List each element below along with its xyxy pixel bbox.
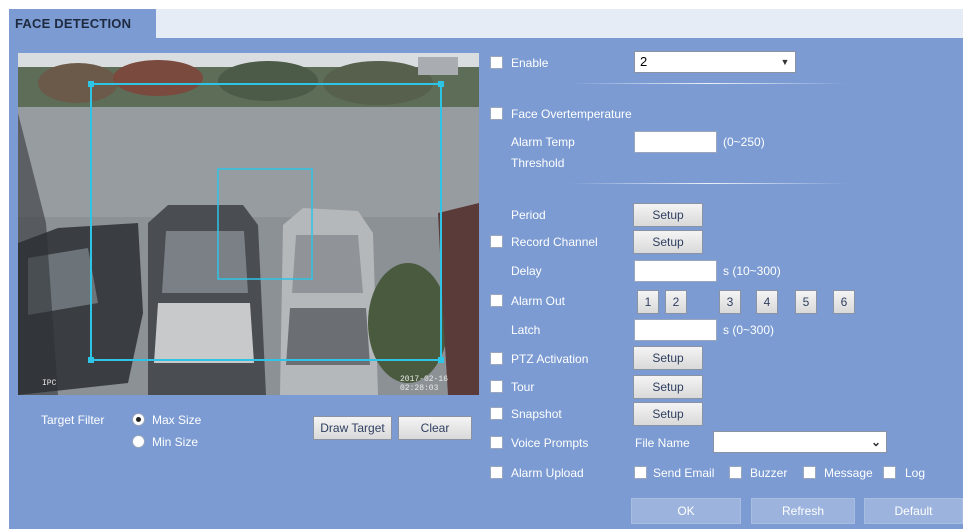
alarm-out-3-button[interactable]: 3 (719, 290, 741, 314)
snapshot-setup-button[interactable]: Setup (633, 402, 703, 426)
alarm-temp-label: Alarm Temp (511, 135, 575, 149)
threshold-label: Threshold (511, 156, 565, 170)
message-checkbox[interactable] (803, 466, 816, 479)
alarm-out-5-button[interactable]: 5 (795, 290, 817, 314)
channel-select[interactable]: 2 ▼ (634, 51, 796, 73)
chevron-down-icon: ▼ (775, 52, 795, 72)
min-size-label: Min Size (152, 435, 199, 449)
alarm-out-6-button[interactable]: 6 (833, 290, 855, 314)
max-size-label: Max Size (152, 413, 202, 427)
ptz-activation-checkbox[interactable] (490, 352, 503, 365)
settings-panel: IPC 2017-02-16 02:28:03 Target Filter Ma… (9, 38, 963, 529)
video-preview[interactable]: IPC 2017-02-16 02:28:03 (18, 53, 479, 395)
video-osd-timestamp: 2017-02-16 02:28:03 (400, 375, 449, 393)
video-scene (18, 53, 479, 395)
min-size-radio[interactable] (132, 435, 145, 448)
voice-prompts-label: Voice Prompts (511, 436, 589, 450)
face-overtemp-checkbox[interactable] (490, 107, 503, 120)
latch-input[interactable] (634, 319, 717, 341)
voice-prompts-checkbox[interactable] (490, 436, 503, 449)
alarm-temp-range: (0~250) (723, 135, 765, 149)
channel-select-value: 2 (640, 54, 648, 69)
snapshot-label: Snapshot (511, 407, 562, 421)
file-name-select[interactable]: ⌄ (713, 431, 887, 453)
divider (569, 183, 849, 184)
alarm-out-checkbox[interactable] (490, 294, 503, 307)
ok-button[interactable]: OK (631, 498, 741, 524)
enable-checkbox[interactable] (490, 56, 503, 69)
chevron-down-icon: ⌄ (866, 432, 886, 452)
message-label: Message (824, 466, 873, 480)
alarm-out-1-button[interactable]: 1 (637, 290, 659, 314)
alarm-out-4-button[interactable]: 4 (756, 290, 778, 314)
snapshot-checkbox[interactable] (490, 407, 503, 420)
tab-face-detection[interactable]: FACE DETECTION (9, 9, 156, 38)
log-checkbox[interactable] (883, 466, 896, 479)
alarm-out-2-button[interactable]: 2 (665, 290, 687, 314)
refresh-button[interactable]: Refresh (751, 498, 855, 524)
tour-setup-button[interactable]: Setup (633, 375, 703, 399)
record-channel-label: Record Channel (511, 235, 598, 249)
buzzer-checkbox[interactable] (729, 466, 742, 479)
target-filter-label: Target Filter (41, 413, 105, 427)
delay-unit: s (10~300) (723, 264, 781, 278)
latch-label: Latch (511, 323, 541, 337)
record-channel-setup-button[interactable]: Setup (633, 230, 703, 254)
alarm-upload-label: Alarm Upload (511, 466, 584, 480)
ptz-setup-button[interactable]: Setup (633, 346, 703, 370)
period-label: Period (511, 208, 546, 222)
latch-unit: s (0~300) (723, 323, 775, 337)
video-osd-channel: IPC (42, 379, 57, 388)
divider (569, 83, 849, 84)
ptz-activation-label: PTZ Activation (511, 352, 589, 366)
alarm-temp-input[interactable] (634, 131, 717, 153)
default-button[interactable]: Default (864, 498, 963, 524)
clear-button[interactable]: Clear (398, 416, 472, 440)
record-channel-checkbox[interactable] (490, 235, 503, 248)
max-size-radio[interactable] (132, 413, 145, 426)
tour-checkbox[interactable] (490, 380, 503, 393)
draw-target-button[interactable]: Draw Target (313, 416, 392, 440)
tab-bar: FACE DETECTION (9, 9, 963, 38)
delay-label: Delay (511, 264, 542, 278)
enable-label: Enable (511, 56, 549, 70)
log-label: Log (905, 466, 926, 480)
file-name-label: File Name (635, 436, 690, 450)
face-overtemp-label: Face Overtemperature (511, 107, 632, 121)
send-email-checkbox[interactable] (634, 466, 647, 479)
delay-input[interactable] (634, 260, 717, 282)
tour-label: Tour (511, 380, 535, 394)
send-email-label: Send Email (653, 466, 715, 480)
buzzer-label: Buzzer (750, 466, 788, 480)
period-setup-button[interactable]: Setup (633, 203, 703, 227)
alarm-out-label: Alarm Out (511, 294, 566, 308)
alarm-upload-checkbox[interactable] (490, 466, 503, 479)
